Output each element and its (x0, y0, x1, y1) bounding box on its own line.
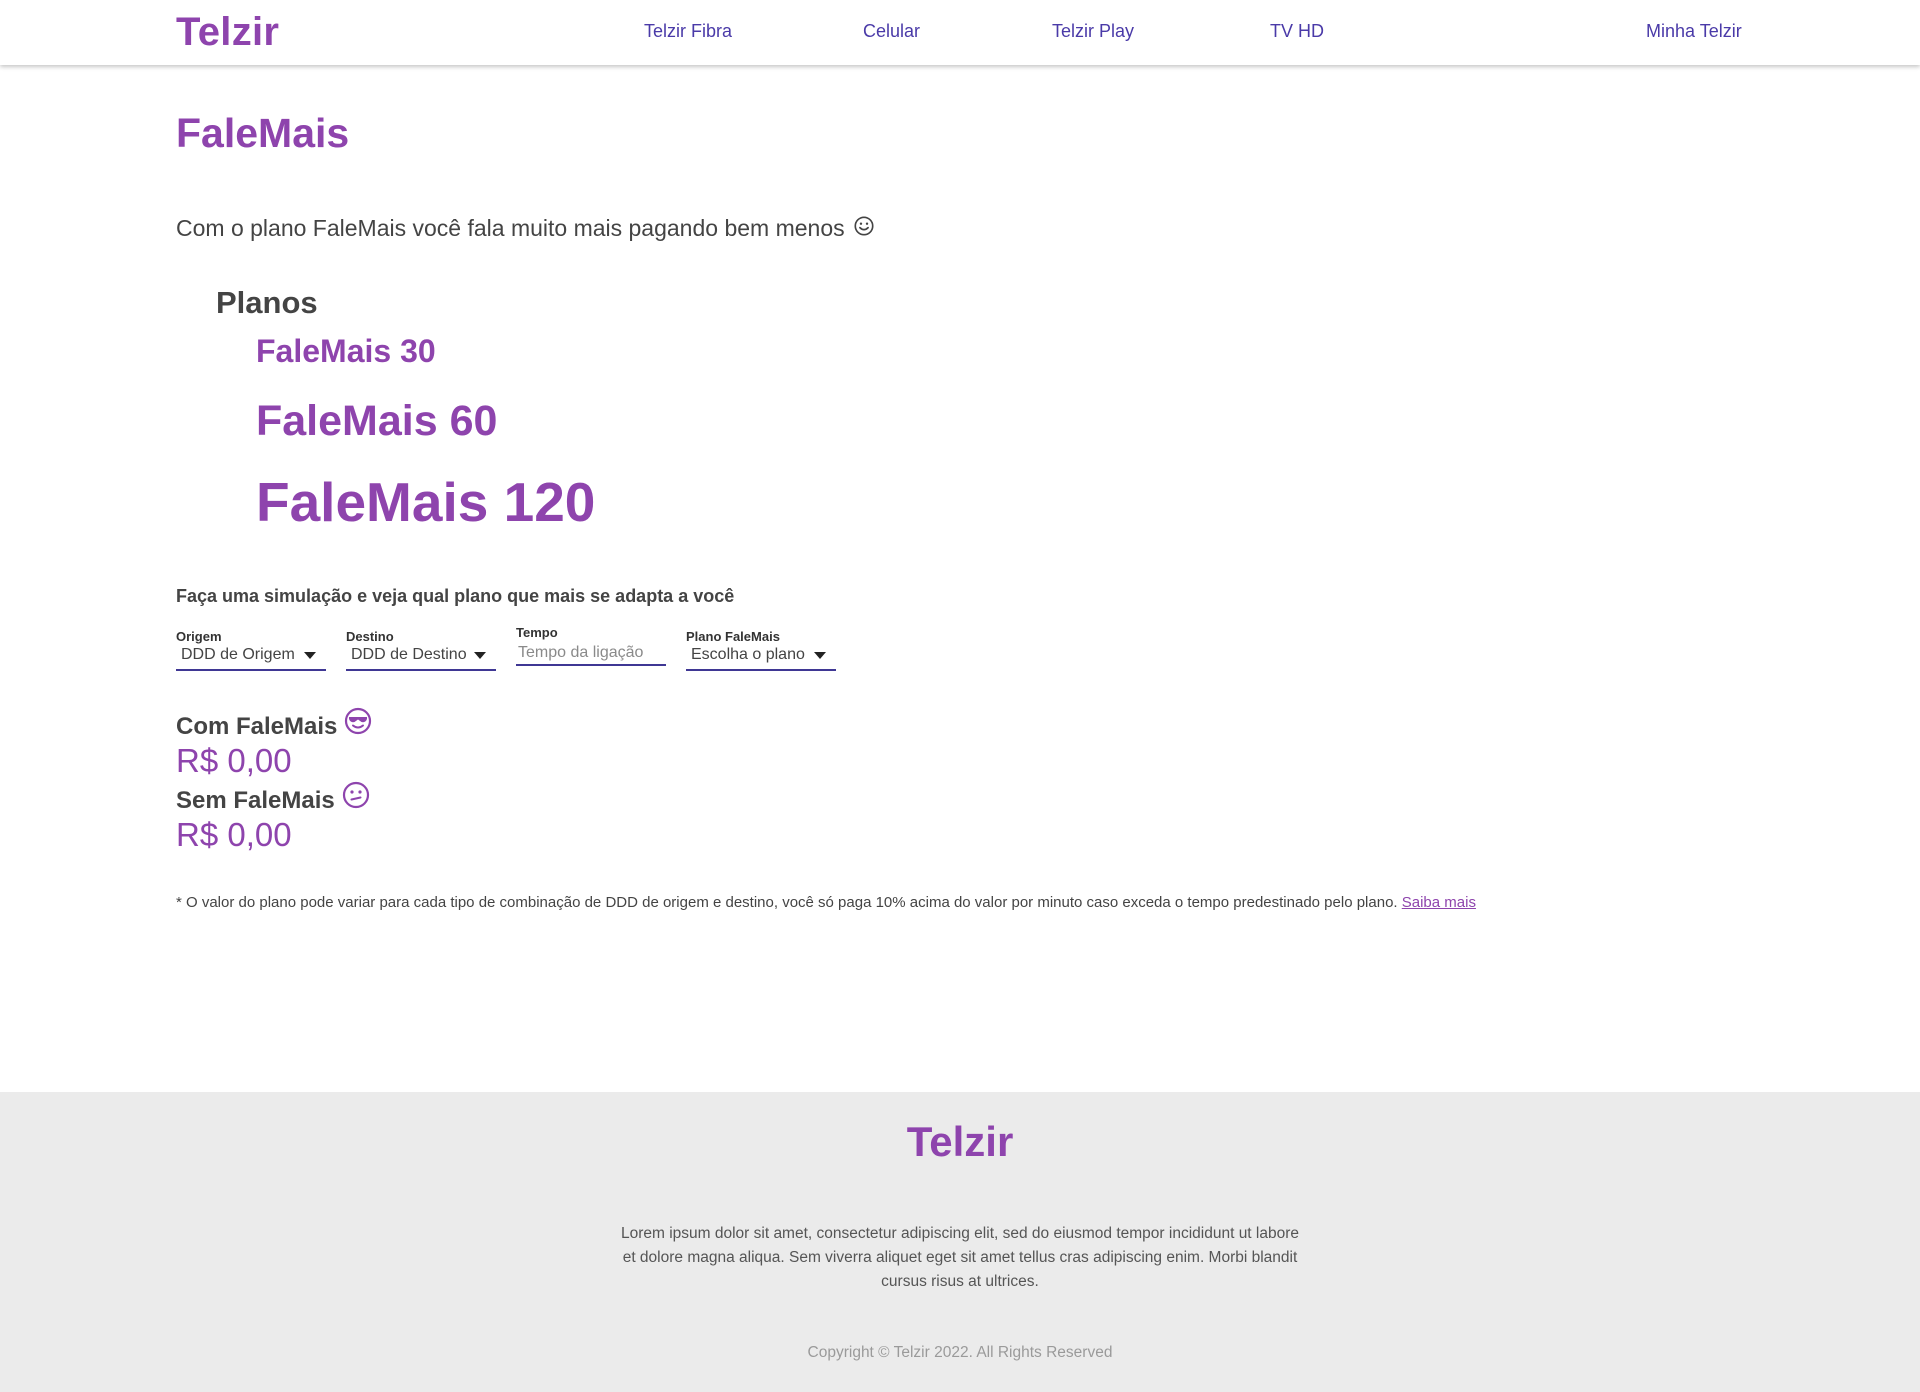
plan-falemais-120[interactable]: FaleMais 120 (256, 470, 595, 534)
plano-field: Plano FaleMais Escolha o plano (686, 626, 836, 676)
saiba-mais-link[interactable]: Saiba mais (1402, 894, 1476, 911)
nav-telzir-play[interactable]: Telzir Play (1052, 21, 1134, 42)
copyright-text: Copyright © Telzir 2022. All Rights Rese… (807, 1344, 1113, 1361)
nav-minha-telzir[interactable]: Minha Telzir (1646, 21, 1742, 42)
nav-telzir-fibra[interactable]: Telzir Fibra (644, 21, 732, 42)
plan-falemais-60[interactable]: FaleMais 60 (256, 397, 497, 446)
nav-celular[interactable]: Celular (863, 21, 920, 42)
simulation-title: Faça uma simulação e veja qual plano que… (176, 586, 735, 606)
cool-face-icon (345, 707, 372, 735)
footnote: * O valor do plano pode variar para cada… (176, 894, 1476, 911)
footer-description: Lorem ipsum dolor sit amet, consectetur … (620, 1225, 1300, 1290)
destino-select-value: DDD de Destino (351, 646, 467, 663)
footnote-text: * O valor do plano pode variar para cada… (176, 894, 1398, 911)
plano-select[interactable]: Escolha o plano (686, 645, 836, 671)
confused-face-icon (342, 781, 369, 809)
origem-select-value: DDD de Origem (181, 646, 295, 663)
sem-falemais-value: R$ 0,00 (176, 816, 292, 853)
com-falemais-value: R$ 0,00 (176, 742, 292, 779)
destino-field: Destino DDD de Destino (346, 626, 496, 676)
destino-select[interactable]: DDD de Destino (346, 645, 496, 671)
plano-select-value: Escolha o plano (691, 646, 805, 663)
chevron-down-icon (474, 652, 486, 659)
origem-label: Origem (176, 629, 222, 644)
origem-select[interactable]: DDD de Origem (176, 645, 326, 671)
brand-logo[interactable]: Telzir (176, 10, 279, 55)
nav-tv-hd[interactable]: TV HD (1270, 21, 1324, 42)
com-falemais-label: Com FaleMais (176, 707, 372, 741)
plano-label: Plano FaleMais (686, 629, 780, 644)
footer: Telzir Lorem ipsum dolor sit amet, conse… (0, 1092, 1920, 1392)
origem-field: Origem DDD de Origem (176, 626, 326, 676)
top-navbar: Telzir Telzir Fibra Celular Telzir Play … (0, 0, 1920, 65)
tempo-label: Tempo (516, 625, 558, 640)
page-title: FaleMais (176, 110, 350, 156)
intro-label: Com o plano FaleMais você fala muito mai… (176, 215, 845, 241)
sem-falemais-label: Sem FaleMais (176, 781, 370, 815)
tempo-input[interactable] (516, 641, 666, 666)
plans-heading: Planos (216, 285, 318, 320)
plan-falemais-30[interactable]: FaleMais 30 (256, 333, 436, 370)
tempo-field: Tempo (516, 623, 666, 673)
com-falemais-text: Com FaleMais (176, 713, 338, 740)
chevron-down-icon (814, 652, 826, 659)
smile-icon (854, 215, 874, 236)
sem-falemais-text: Sem FaleMais (176, 787, 335, 814)
intro-text: Com o plano FaleMais você fala muito mai… (176, 215, 875, 242)
chevron-down-icon (304, 652, 316, 659)
footer-brand: Telzir (906, 1118, 1014, 1165)
destino-label: Destino (346, 629, 394, 644)
